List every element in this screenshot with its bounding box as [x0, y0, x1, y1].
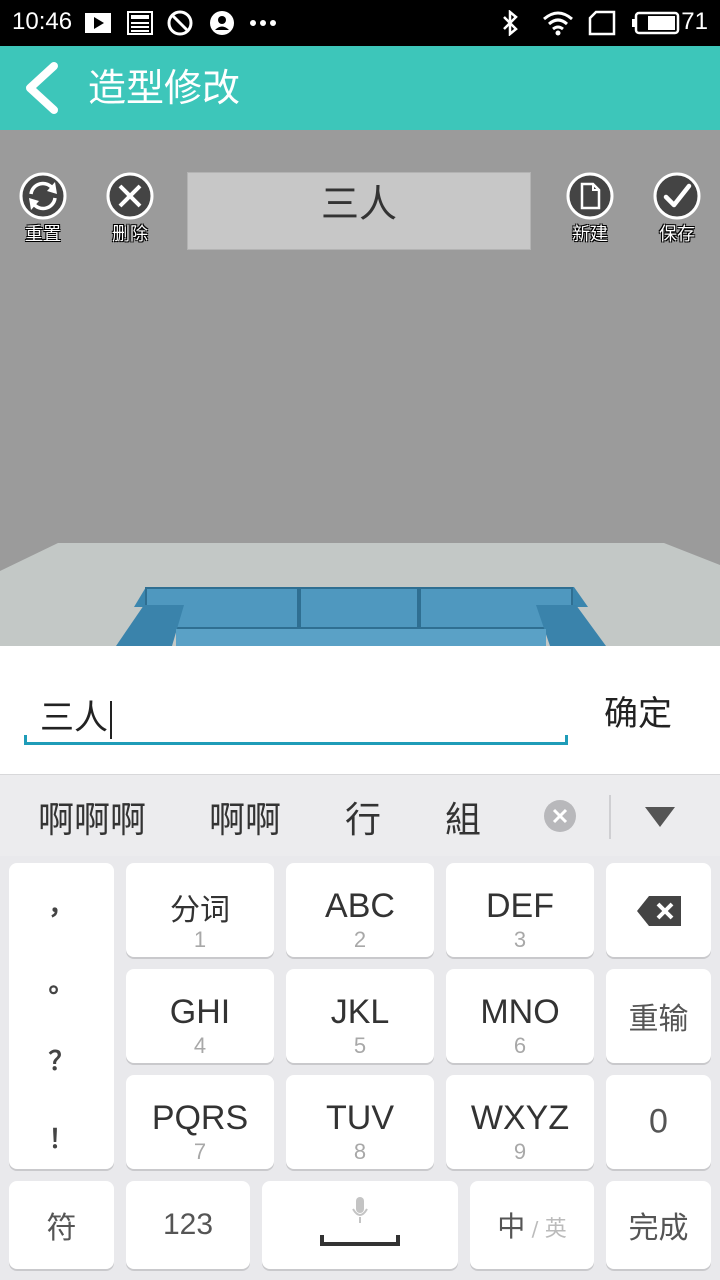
space-key[interactable] [262, 1181, 458, 1269]
account-icon [208, 10, 236, 36]
signal-icon [588, 10, 616, 36]
new-button[interactable]: 新建 [560, 172, 620, 246]
key-1[interactable]: 分词 1 [126, 863, 274, 957]
status-time: 10:46 [12, 8, 73, 35]
wifi-icon [542, 10, 574, 36]
reset-button[interactable]: 重置 [13, 172, 73, 246]
name-input[interactable]: 三人 [24, 680, 568, 745]
punct-comma[interactable]: ， [9, 885, 114, 922]
more-notifications-icon [248, 10, 278, 36]
backspace-icon [637, 896, 681, 926]
text-cursor [110, 700, 112, 739]
punct-question[interactable]: ？ [9, 1041, 114, 1078]
confirm-button[interactable]: 确定 [592, 686, 684, 735]
chevron-left-icon [26, 62, 58, 114]
battery-level: 71 [681, 8, 708, 35]
ime-keyboard: ， 。 ？ ！ 分词 1 ABC 2 DEF 3 GHI 4 JKL 5 MNO… [0, 856, 720, 1280]
check-icon [653, 172, 701, 220]
news-notification-icon [126, 10, 154, 36]
zero-key[interactable]: 0 [606, 1075, 711, 1169]
triangle-down-icon[interactable] [643, 805, 677, 829]
backspace-key[interactable] [606, 863, 711, 957]
key-4[interactable]: GHI 4 [126, 969, 274, 1063]
refresh-icon [19, 172, 67, 220]
delete-label: 删除 [112, 224, 148, 245]
close-icon [106, 172, 154, 220]
app-bar: 造型修改 [0, 46, 720, 130]
bluetooth-icon [498, 10, 522, 36]
key-9[interactable]: WXYZ 9 [446, 1075, 594, 1169]
model-viewport[interactable]: 重置 删除 三人 新建 保存 [0, 130, 720, 646]
reset-label: 重置 [25, 224, 61, 245]
punct-period[interactable]: 。 [9, 963, 114, 1000]
punctuation-column[interactable]: ， 。 ？ ！ [9, 863, 114, 1169]
new-label: 新建 [572, 224, 608, 245]
number-key[interactable]: 123 [126, 1181, 250, 1269]
key-7[interactable]: PQRS 7 [126, 1075, 274, 1169]
save-label: 保存 [659, 224, 695, 245]
page-title: 造型修改 [88, 66, 241, 110]
key-6[interactable]: MNO 6 [446, 969, 594, 1063]
done-key[interactable]: 完成 [606, 1181, 711, 1269]
back-button[interactable] [20, 60, 68, 116]
name-input-value: 三人 [40, 698, 108, 738]
symbol-key[interactable]: 符 [9, 1181, 114, 1269]
divider [609, 795, 611, 839]
key-8[interactable]: TUV 8 [286, 1075, 434, 1169]
battery-icon [632, 10, 680, 36]
rename-input-area: 三人 确定 [0, 646, 720, 774]
language-switch-key[interactable]: 中 / 英 [470, 1181, 594, 1269]
microphone-icon [352, 1197, 368, 1223]
candidate-item[interactable]: 啊啊啊 [38, 791, 146, 843]
save-button[interactable]: 保存 [647, 172, 707, 246]
model-name-display[interactable]: 三人 [187, 172, 531, 250]
key-2[interactable]: ABC 2 [286, 863, 434, 957]
ime-candidate-bar: 啊啊啊 啊啊 行 組 [0, 774, 720, 857]
key-5[interactable]: JKL 5 [286, 969, 434, 1063]
video-notification-icon [84, 10, 112, 36]
new-file-icon [566, 172, 614, 220]
status-bar: 10:46 71 [0, 0, 720, 46]
do-not-disturb-icon [166, 10, 194, 36]
clear-candidates-icon[interactable] [543, 799, 577, 833]
sofa-model [116, 587, 606, 646]
candidate-item[interactable]: 啊啊 [209, 791, 281, 843]
punct-exclaim[interactable]: ！ [9, 1119, 114, 1156]
retype-key[interactable]: 重输 [606, 969, 711, 1063]
key-3[interactable]: DEF 3 [446, 863, 594, 957]
candidate-item[interactable]: 行 [345, 791, 381, 843]
candidate-item[interactable]: 組 [445, 791, 481, 843]
space-bar-icon [320, 1235, 400, 1246]
delete-button[interactable]: 删除 [100, 172, 160, 246]
